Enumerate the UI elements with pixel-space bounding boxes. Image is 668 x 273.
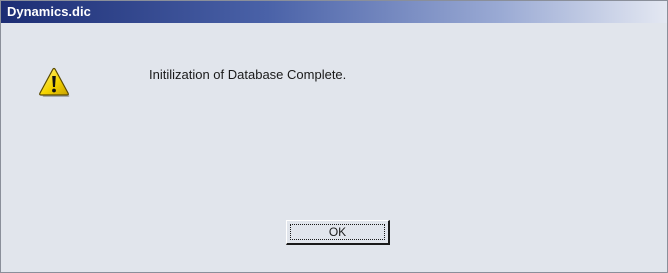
warning-icon [39,67,70,97]
window-title: Dynamics.dic [7,4,91,19]
dialog-message: Initilization of Database Complete. [149,67,347,82]
title-bar[interactable]: Dynamics.dic [1,1,667,23]
message-dialog: Dynamics.dic Initilization of Database C… [0,0,668,273]
ok-button[interactable]: OK [286,220,390,245]
ok-button-label: OK [290,224,385,240]
